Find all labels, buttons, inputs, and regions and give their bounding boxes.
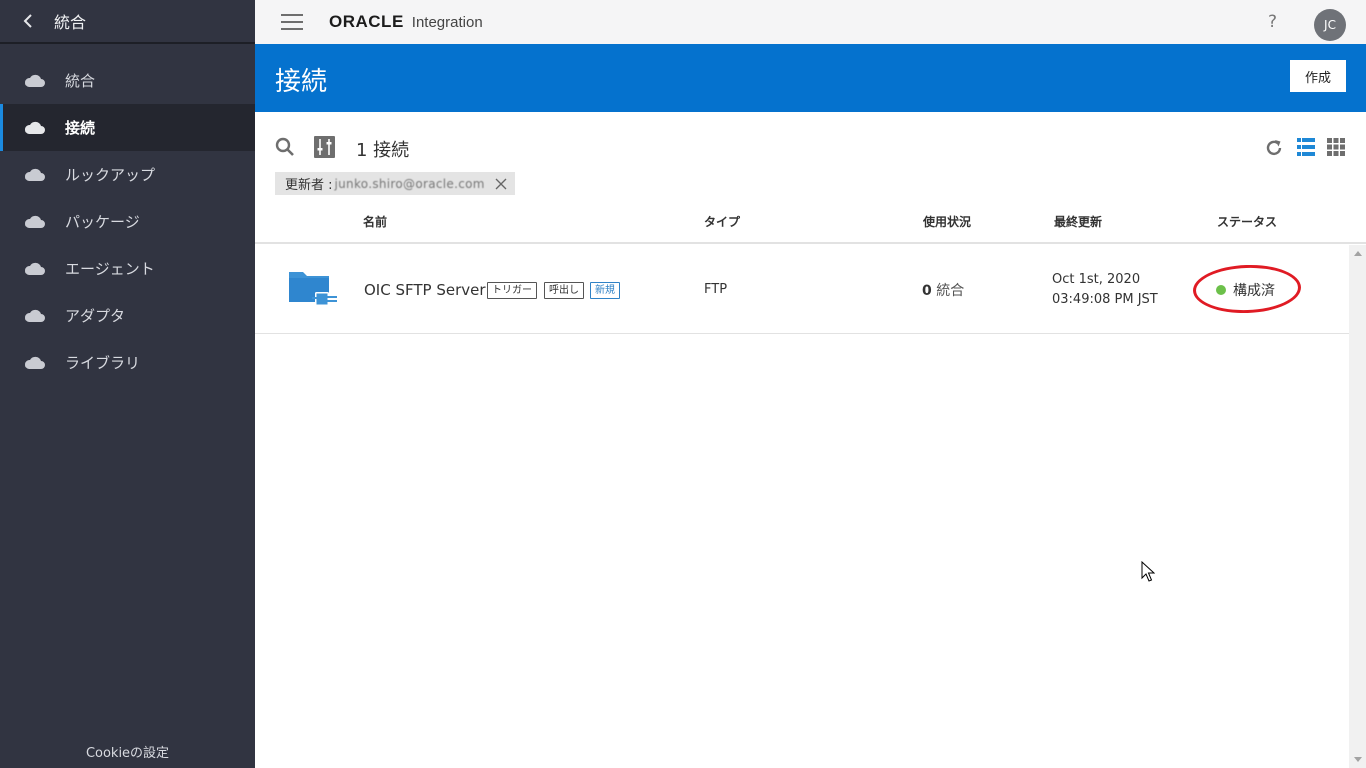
column-header-usage[interactable]: 使用状況 <box>923 213 971 230</box>
grid-view-icon[interactable] <box>1327 138 1345 160</box>
usage-count: 0 <box>922 283 932 299</box>
sidebar-item-label: 接続 <box>65 119 96 137</box>
usage-unit: 統合 <box>936 283 965 299</box>
user-avatar[interactable]: JC <box>1314 9 1346 41</box>
page-header: 接続 作成 <box>255 44 1366 112</box>
filter-chip-value: junko.shiro@oracle.com <box>334 176 485 191</box>
mouse-cursor-icon <box>1141 560 1156 587</box>
sidebar-item-label: 統合 <box>65 72 96 90</box>
sidebar-item-packages[interactable]: パッケージ <box>0 198 255 245</box>
connection-usage[interactable]: 0 統合 <box>922 280 964 300</box>
table-row[interactable]: OIC SFTP Server トリガー 呼出し 新規 FTP 0 統合 Oct… <box>255 245 1349 334</box>
cloud-icon <box>24 214 46 230</box>
cloud-icon <box>24 73 46 89</box>
filter-chip-label: 更新者 : <box>285 178 333 193</box>
filter-icon[interactable] <box>314 136 335 162</box>
close-icon[interactable] <box>495 178 507 190</box>
annotation-circle <box>1192 263 1302 315</box>
hamburger-menu-icon[interactable] <box>281 14 303 30</box>
sidebar-item-connections[interactable]: 接続 <box>0 104 255 151</box>
sidebar-item-label: ライブラリ <box>65 354 141 372</box>
sidebar-header: 統合 <box>0 0 255 44</box>
last-updated-date: Oct 1st, 2020 <box>1052 272 1141 287</box>
cloud-icon <box>24 308 46 324</box>
sidebar-item-label: パッケージ <box>65 213 140 231</box>
cloud-icon <box>24 120 46 136</box>
scroll-up-arrow-icon[interactable] <box>1354 251 1362 256</box>
cloud-icon <box>24 167 46 183</box>
sidebar-item-label: アダプタ <box>65 307 126 325</box>
column-header-last-updated[interactable]: 最終更新 <box>1054 213 1102 230</box>
page-title: 接続 <box>275 67 328 97</box>
search-icon[interactable] <box>275 137 295 161</box>
column-header-name[interactable]: 名前 <box>363 213 387 230</box>
toolbar: 1 接続 更新者 : junko.shiro@oracle.com <box>255 112 1366 200</box>
sidebar-title: 統合 <box>54 13 87 32</box>
tag-invoke: 呼出し <box>544 282 584 299</box>
result-count: 1 接続 <box>356 140 410 161</box>
create-button[interactable]: 作成 <box>1290 60 1346 92</box>
cookie-settings-link[interactable]: Cookieの設定 <box>0 742 255 761</box>
column-header-type[interactable]: タイプ <box>704 213 740 230</box>
sidebar-nav: 統合 接続 ルックアップ パッケージ エージェント アダプタ ライブラリ <box>0 57 255 386</box>
cloud-icon <box>24 261 46 277</box>
help-icon[interactable]: ? <box>1268 12 1277 32</box>
last-updated: Oct 1st, 2020 03:49:08 PM JST <box>1052 270 1158 310</box>
connection-icon <box>288 267 338 315</box>
sidebar-item-lookups[interactable]: ルックアップ <box>0 151 255 198</box>
cloud-icon <box>24 355 46 371</box>
sidebar-item-adapters[interactable]: アダプタ <box>0 292 255 339</box>
refresh-icon[interactable] <box>1264 138 1284 162</box>
oracle-wordmark: ORACLE <box>329 12 404 31</box>
column-header-status[interactable]: ステータス <box>1217 213 1277 230</box>
list-view-icon[interactable] <box>1297 138 1315 160</box>
table-header: 名前 タイプ 使用状況 最終更新 ステータス <box>255 200 1366 244</box>
back-arrow-icon[interactable] <box>18 11 38 31</box>
vertical-scrollbar[interactable] <box>1349 245 1366 768</box>
sidebar-item-label: エージェント <box>65 260 155 278</box>
connection-type: FTP <box>704 282 728 297</box>
sidebar: 統合 統合 接続 ルックアップ パッケージ エージェント アダプタ ライブラリ … <box>0 0 255 768</box>
last-updated-time: 03:49:08 PM JST <box>1052 292 1158 307</box>
sidebar-item-label: ルックアップ <box>65 166 156 184</box>
sidebar-item-integrations[interactable]: 統合 <box>0 57 255 104</box>
sidebar-item-libraries[interactable]: ライブラリ <box>0 339 255 386</box>
tag-trigger: トリガー <box>487 282 537 299</box>
product-name: Integration <box>411 14 483 31</box>
brand-logo: ORACLE Integration <box>329 12 483 32</box>
sidebar-item-agents[interactable]: エージェント <box>0 245 255 292</box>
top-bar: ORACLE Integration ? JC <box>255 0 1366 44</box>
scroll-down-arrow-icon[interactable] <box>1354 757 1362 762</box>
connection-name[interactable]: OIC SFTP Server <box>364 281 486 299</box>
tag-new: 新規 <box>590 282 620 299</box>
filter-chip: 更新者 : junko.shiro@oracle.com <box>275 172 515 195</box>
